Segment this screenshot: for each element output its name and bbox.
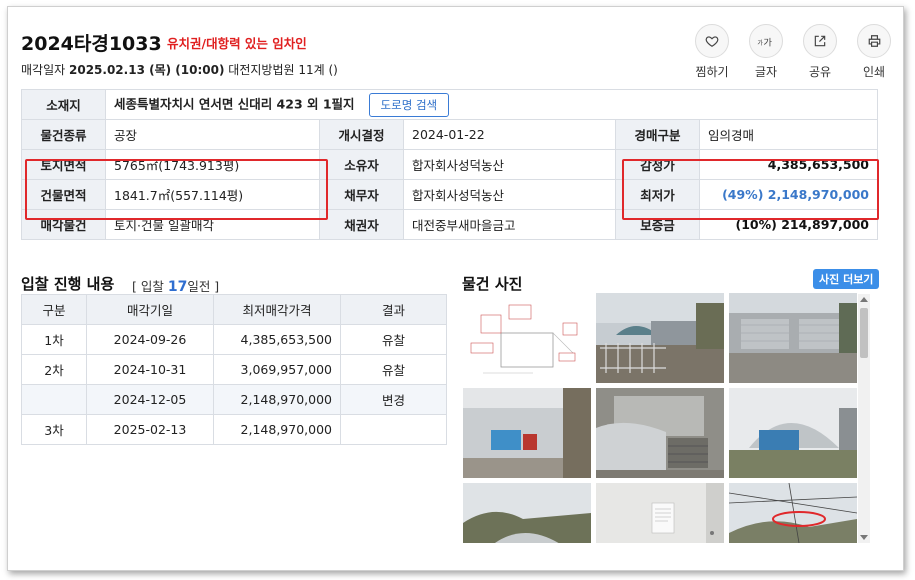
print-label: 인쇄 xyxy=(862,65,886,79)
auction-type-value: 임의경매 xyxy=(699,119,878,150)
font-size-label: 글자 xyxy=(754,65,778,79)
photo-thumbnail-notice[interactable] xyxy=(596,483,724,543)
owner-label: 소유자 xyxy=(319,149,404,180)
round-cell: 2차 xyxy=(21,354,87,385)
round-cell: 1차 xyxy=(21,324,87,355)
heart-icon xyxy=(695,24,729,58)
start-value: 2024-01-22 xyxy=(403,119,616,150)
svg-text:가: 가 xyxy=(757,39,763,47)
area-highlight-box xyxy=(25,159,328,220)
col-price: 최저매각가격 xyxy=(213,294,341,325)
sale-date-label: 매각일자 xyxy=(21,63,66,77)
round-cell: 3차 xyxy=(21,414,87,445)
photo-thumbnail-storage[interactable] xyxy=(596,388,724,478)
more-photos-button[interactable]: 사진 더보기 xyxy=(813,269,880,289)
price-cell: 2,148,970,000 xyxy=(213,384,341,415)
photo-gallery xyxy=(456,287,870,543)
gallery-scrollbar[interactable] xyxy=(858,294,870,543)
photo-thumbnail-factory-2[interactable] xyxy=(729,293,857,383)
scroll-down-icon[interactable] xyxy=(860,535,868,540)
bidding-header-row: 구분 매각기일 최저매각가격 결과 xyxy=(21,294,447,325)
type-row: 물건종류 공장 개시결정 2024-01-22 경매구분 임의경매 xyxy=(21,119,878,150)
result-cell: 유찰 xyxy=(340,354,447,385)
price-cell: 3,069,957,000 xyxy=(213,354,341,385)
photo-thumbnail-site-plan[interactable] xyxy=(463,293,591,383)
round-cell xyxy=(21,384,87,415)
table-row: 3차 2025-02-13 2,148,970,000 xyxy=(21,414,447,445)
address-value: 세종특별자치시 연서면 신대리 423 외 1필지 xyxy=(114,96,355,111)
result-cell: 변경 xyxy=(340,384,447,415)
font-size-icon: 가가 xyxy=(749,24,783,58)
address-label: 소재지 xyxy=(21,89,106,120)
debtor-label: 채무자 xyxy=(319,179,404,210)
address-row: 소재지 세종특별자치시 연서면 신대리 423 외 1필지 도로명 검색 xyxy=(21,89,878,120)
print-button[interactable]: 인쇄 xyxy=(855,24,893,80)
price-cell: 4,385,653,500 xyxy=(213,324,341,355)
creditor-label: 채권자 xyxy=(319,209,404,240)
sale-info-line: 매각일자 2025.02.13 (목) (10:00) 대전지방법원 11계 (… xyxy=(21,61,338,78)
owner-value: 합자회사성덕농산 xyxy=(403,149,616,180)
col-result: 결과 xyxy=(340,294,447,325)
font-size-button[interactable]: 가가 글자 xyxy=(747,24,785,80)
price-highlight-box xyxy=(622,159,879,220)
photo-thumbnail-warehouse-1[interactable] xyxy=(463,388,591,478)
table-row: 1차 2024-09-26 4,385,653,500 유찰 xyxy=(21,324,447,355)
share-button[interactable]: 공유 xyxy=(801,24,839,80)
bidding-days-value: 17 xyxy=(167,279,188,295)
share-icon xyxy=(803,24,837,58)
start-label: 개시결정 xyxy=(319,119,404,150)
date-cell: 2024-10-31 xyxy=(86,354,214,385)
col-date: 매각기일 xyxy=(86,294,214,325)
share-label: 공유 xyxy=(808,65,832,79)
col-round: 구분 xyxy=(21,294,87,325)
favorite-button[interactable]: 찜하기 xyxy=(693,24,731,80)
photo-thumbnail-greenhouse-2[interactable] xyxy=(463,483,591,543)
case-number: 2024타경1033 xyxy=(21,33,162,55)
case-warning-tag: 유치권/대항력 있는 임차인 xyxy=(167,36,307,51)
result-cell xyxy=(340,414,447,445)
favorite-label: 찜하기 xyxy=(695,65,729,79)
date-cell: 2024-12-05 xyxy=(86,384,214,415)
table-row: 2024-12-05 2,148,970,000 변경 xyxy=(21,384,447,415)
bidding-days-prefix: [ 입찰 xyxy=(132,279,164,294)
bidding-table: 구분 매각기일 최저매각가격 결과 1차 2024-09-26 4,385,65… xyxy=(21,294,447,445)
court-name: 대전지방법원 11계 () xyxy=(228,63,338,77)
sale-date: 2025.02.13 (목) (10:00) xyxy=(69,63,225,77)
scroll-up-icon[interactable] xyxy=(860,297,868,302)
print-icon xyxy=(857,24,891,58)
type-value: 공장 xyxy=(105,119,320,150)
scroll-thumb[interactable] xyxy=(860,308,868,358)
date-cell: 2024-09-26 xyxy=(86,324,214,355)
road-address-search-button[interactable]: 도로명 검색 xyxy=(368,92,450,117)
table-row: 2차 2024-10-31 3,069,957,000 유찰 xyxy=(21,354,447,385)
photo-thumbnail-factory-1[interactable] xyxy=(596,293,724,383)
address-cell: 세종특별자치시 연서면 신대리 423 외 1필지 도로명 검색 xyxy=(105,89,878,120)
photo-thumbnail-aerial[interactable] xyxy=(729,483,857,543)
svg-text:가: 가 xyxy=(763,38,772,48)
debtor-value: 합자회사성덕농산 xyxy=(403,179,616,210)
price-cell: 2,148,970,000 xyxy=(213,414,341,445)
photo-thumbnail-greenhouse-1[interactable] xyxy=(729,388,857,478)
result-cell: 유찰 xyxy=(340,324,447,355)
creditor-value: 대전중부새마을금고 xyxy=(403,209,616,240)
date-cell: 2025-02-13 xyxy=(86,414,214,445)
type-label: 물건종류 xyxy=(21,119,106,150)
bidding-days-remaining: [ 입찰 17일전 ] xyxy=(132,276,219,295)
action-toolbar: 찜하기 가가 글자 공유 인쇄 xyxy=(693,24,893,80)
auction-type-label: 경매구분 xyxy=(615,119,700,150)
bidding-days-suffix: 일전 ] xyxy=(187,279,220,294)
bidding-title: 입찰 진행 내용 xyxy=(21,275,115,293)
